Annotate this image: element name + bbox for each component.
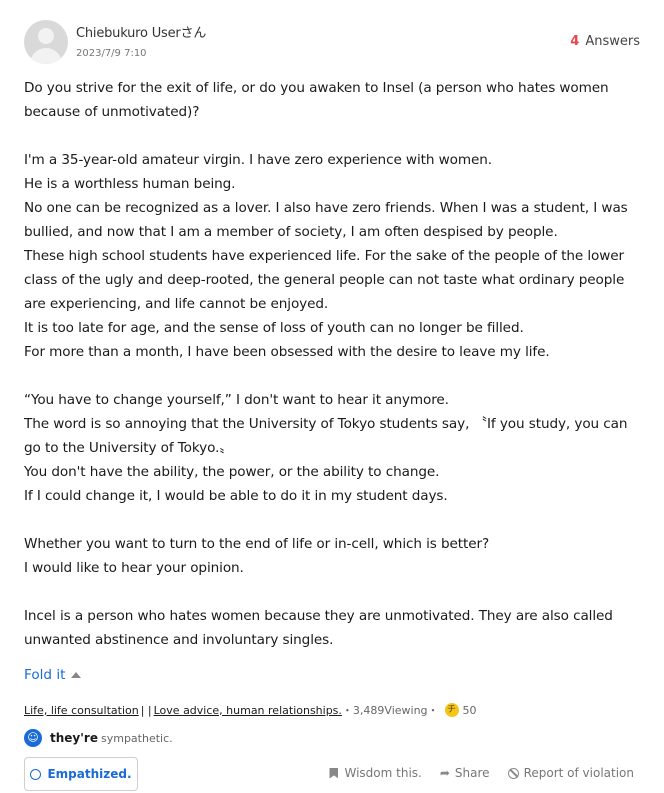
- question-line: I would like to hear your opinion.: [24, 560, 244, 576]
- question-line: I'm a 35-year-old amateur virgin. I have…: [24, 152, 492, 168]
- question-line: These high school students have experien…: [24, 248, 629, 312]
- view-count: ・3,489Viewing・: [341, 704, 439, 717]
- question-body: Do you strive for the exit of life, or d…: [24, 76, 640, 652]
- avatar-head-shape: [38, 28, 54, 44]
- coin-amount: 50: [462, 703, 477, 717]
- post-date: 2023/7/9 7:10: [76, 48, 147, 59]
- sympathy-who: they're: [50, 731, 98, 745]
- smile-icon: ☺: [24, 729, 42, 747]
- share-button[interactable]: ➦ Share: [440, 766, 490, 780]
- question-meta: Life, life consultation | | Love advice,…: [24, 702, 477, 718]
- wisdom-button[interactable]: Wisdom this.: [329, 766, 422, 780]
- empathized-button[interactable]: Empathized.: [24, 757, 138, 791]
- question-line: For more than a month, I have been obses…: [24, 344, 550, 360]
- question-line: The word is so annoying that the Univers…: [24, 416, 632, 456]
- question-line: “You have to change yourself,” I don't w…: [24, 392, 449, 408]
- wisdom-label: Wisdom this.: [344, 766, 422, 780]
- prohibited-icon: [507, 767, 519, 779]
- question-line: No one can be recognized as a lover. I a…: [24, 200, 632, 240]
- smile-outline-icon: [30, 768, 42, 780]
- answers-label: Answers: [585, 34, 640, 49]
- sympathy-text: sympathetic.: [100, 731, 173, 745]
- category-link-2[interactable]: Love advice, human relationships.: [154, 704, 342, 717]
- answers-number: 4: [570, 34, 580, 49]
- bookmark-icon: [329, 767, 339, 779]
- question-line: If I could change it, I would be able to…: [24, 488, 448, 504]
- share-arrow-icon: ➦: [439, 766, 450, 780]
- share-label: Share: [454, 766, 490, 780]
- question-line: Do you strive for the exit of life, or d…: [24, 80, 613, 120]
- user-name[interactable]: Chiebukuro Userさん: [76, 22, 206, 41]
- avatar-shoulders-shape: [30, 48, 62, 64]
- coin-icon: チ: [444, 703, 459, 717]
- chevron-up-icon: [70, 672, 81, 678]
- category-separator: | |: [140, 703, 152, 717]
- answers-count[interactable]: 4 Answers: [570, 34, 640, 49]
- question-line: Incel is a person who hates women becaus…: [24, 608, 618, 648]
- category-link-1[interactable]: Life, life consultation: [24, 704, 139, 717]
- question-line: He is a worthless human being.: [24, 176, 236, 192]
- question-header: Chiebukuro Userさん 2023/7/9 7:10 4 Answers: [24, 18, 640, 66]
- empathized-label: Empathized.: [47, 767, 132, 781]
- sympathy-status: ☺ they're sympathetic.: [24, 729, 173, 747]
- user-avatar[interactable]: [24, 20, 68, 64]
- action-bar: Wisdom this. ➦ Share Report of violation: [311, 766, 634, 780]
- fold-toggle[interactable]: Fold it: [24, 667, 81, 683]
- question-line: It is too late for age, and the sense of…: [24, 320, 524, 336]
- question-line: You don't have the ability, the power, o…: [24, 464, 440, 480]
- report-label: Report of violation: [523, 766, 634, 780]
- fold-label: Fold it: [24, 667, 66, 683]
- question-line: Whether you want to turn to the end of l…: [24, 536, 490, 552]
- report-button[interactable]: Report of violation: [507, 766, 634, 780]
